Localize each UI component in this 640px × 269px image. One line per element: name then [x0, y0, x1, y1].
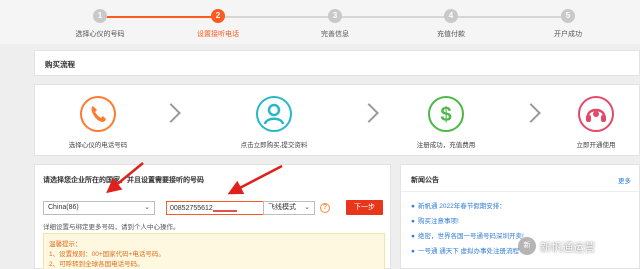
redaction-mark — [213, 203, 237, 212]
flow-step-submit: 点击立即购买,提交资料 — [224, 96, 324, 149]
step-4: 4 充值付款 — [406, 9, 496, 39]
news-item[interactable]: ● 新帆通 2022年春节假期安排： — [411, 200, 506, 210]
step-number: 1 — [93, 9, 107, 23]
bullet-icon: ● — [411, 233, 415, 240]
mode-select-value: 飞线模式 — [268, 204, 296, 211]
phone-icon — [80, 96, 116, 132]
tips-box: 温馨提示： 1、设置规则：00+国家代码+电话号码。 2、可呼转到全球各国电话号… — [43, 233, 385, 269]
news-item-label: 一号通 通天下 虚拟办事处注册流程 — [417, 248, 520, 255]
form-title: 请选择您企业所在的国家，并且设置需要接听的号码 — [43, 177, 204, 184]
news-item-label: 购买注意事项! — [417, 218, 459, 225]
news-item[interactable]: ● 绝密，世界各国一号通号码深圳开卖! — [411, 230, 524, 240]
news-item[interactable]: ● 购买注意事项! — [411, 215, 459, 225]
step-label: 完善信息 — [321, 31, 349, 38]
step-connector — [218, 16, 568, 18]
dollar-icon: $ — [428, 96, 464, 132]
chevron-down-icon: ⌄ — [144, 204, 150, 211]
purchase-flow-header: 购买流程 — [34, 50, 640, 76]
flow-step-activate: 立即开通使用 — [546, 96, 640, 149]
bullet-icon: ● — [411, 203, 415, 210]
step-3: 3 完善信息 — [290, 9, 380, 39]
flow-step-recharge: $ 注册成功，充值费用 — [396, 96, 496, 149]
section-title: 购买流程 — [45, 60, 75, 69]
flow-label: 注册成功，充值费用 — [416, 142, 476, 149]
step-label: 开户成功 — [554, 31, 582, 38]
country-select-value: China(86) — [48, 204, 79, 211]
number-setup-panel: 请选择您企业所在的国家，并且设置需要接听的号码 China(86) ⌄ 飞线模式… — [34, 164, 391, 269]
watermark-logo: 新 — [518, 237, 536, 255]
step-number: 3 — [328, 9, 342, 23]
tips-line: 1、设置规则：00+国家代码+电话号码。 — [49, 251, 165, 258]
watermark: 新 新帆通运营 — [518, 234, 638, 260]
news-item-label: 新帆通 2022年春节假期安排： — [417, 203, 506, 210]
step-number: 4 — [444, 9, 458, 23]
step-label: 充值付款 — [437, 31, 465, 38]
news-more-link[interactable]: 更多 — [618, 175, 631, 185]
step-number: 2 — [211, 9, 225, 23]
news-item[interactable]: ● 一号通 通天下 虚拟办事处注册流程 — [411, 245, 519, 255]
settings-note: 详细设置与绑定更多号码，请到个人中心操作。 — [43, 224, 180, 231]
tips-title: 温馨提示： — [49, 241, 82, 248]
flow-label: 选择心仪的电话号码 — [68, 142, 128, 149]
flow-step-choose-number: 选择心仪的电话号码 — [48, 96, 148, 149]
headset-icon — [578, 96, 614, 132]
tips-line: 2、可呼转到全球各国电话号码。 — [49, 261, 144, 268]
country-select[interactable]: China(86) ⌄ — [43, 201, 155, 215]
step-2-active: 2 设置接听电话 — [173, 9, 263, 39]
divider — [401, 191, 639, 192]
step-label: 设置接听电话 — [197, 31, 239, 38]
step-label: 选择心仪的号码 — [75, 31, 125, 38]
flow-label: 立即开通使用 — [576, 142, 616, 149]
help-icon[interactable]: ? — [320, 203, 330, 213]
watermark-text: 新帆通运营 — [540, 242, 595, 254]
news-item-label: 绝密，世界各国一号通号码深圳开卖! — [417, 233, 524, 240]
flow-label: 点击立即购买,提交资料 — [240, 142, 308, 149]
next-step-button[interactable]: 下一步 — [346, 200, 383, 215]
bullet-icon: ● — [411, 248, 415, 255]
chevron-down-icon: ⌄ — [304, 204, 310, 211]
bullet-icon: ● — [411, 218, 415, 225]
news-title: 新闻公告 — [411, 177, 439, 184]
svg-text:$: $ — [440, 104, 451, 126]
progress-stepper: 1 选择心仪的号码 2 设置接听电话 3 完善信息 4 充值付款 5 开户成功 — [0, 0, 640, 44]
step-5: 5 开户成功 — [523, 9, 613, 39]
forward-mode-select[interactable]: 飞线模式 ⌄ — [263, 201, 315, 215]
step-number: 5 — [561, 9, 575, 23]
step-1: 1 选择心仪的号码 — [55, 9, 145, 39]
user-icon — [256, 96, 292, 132]
